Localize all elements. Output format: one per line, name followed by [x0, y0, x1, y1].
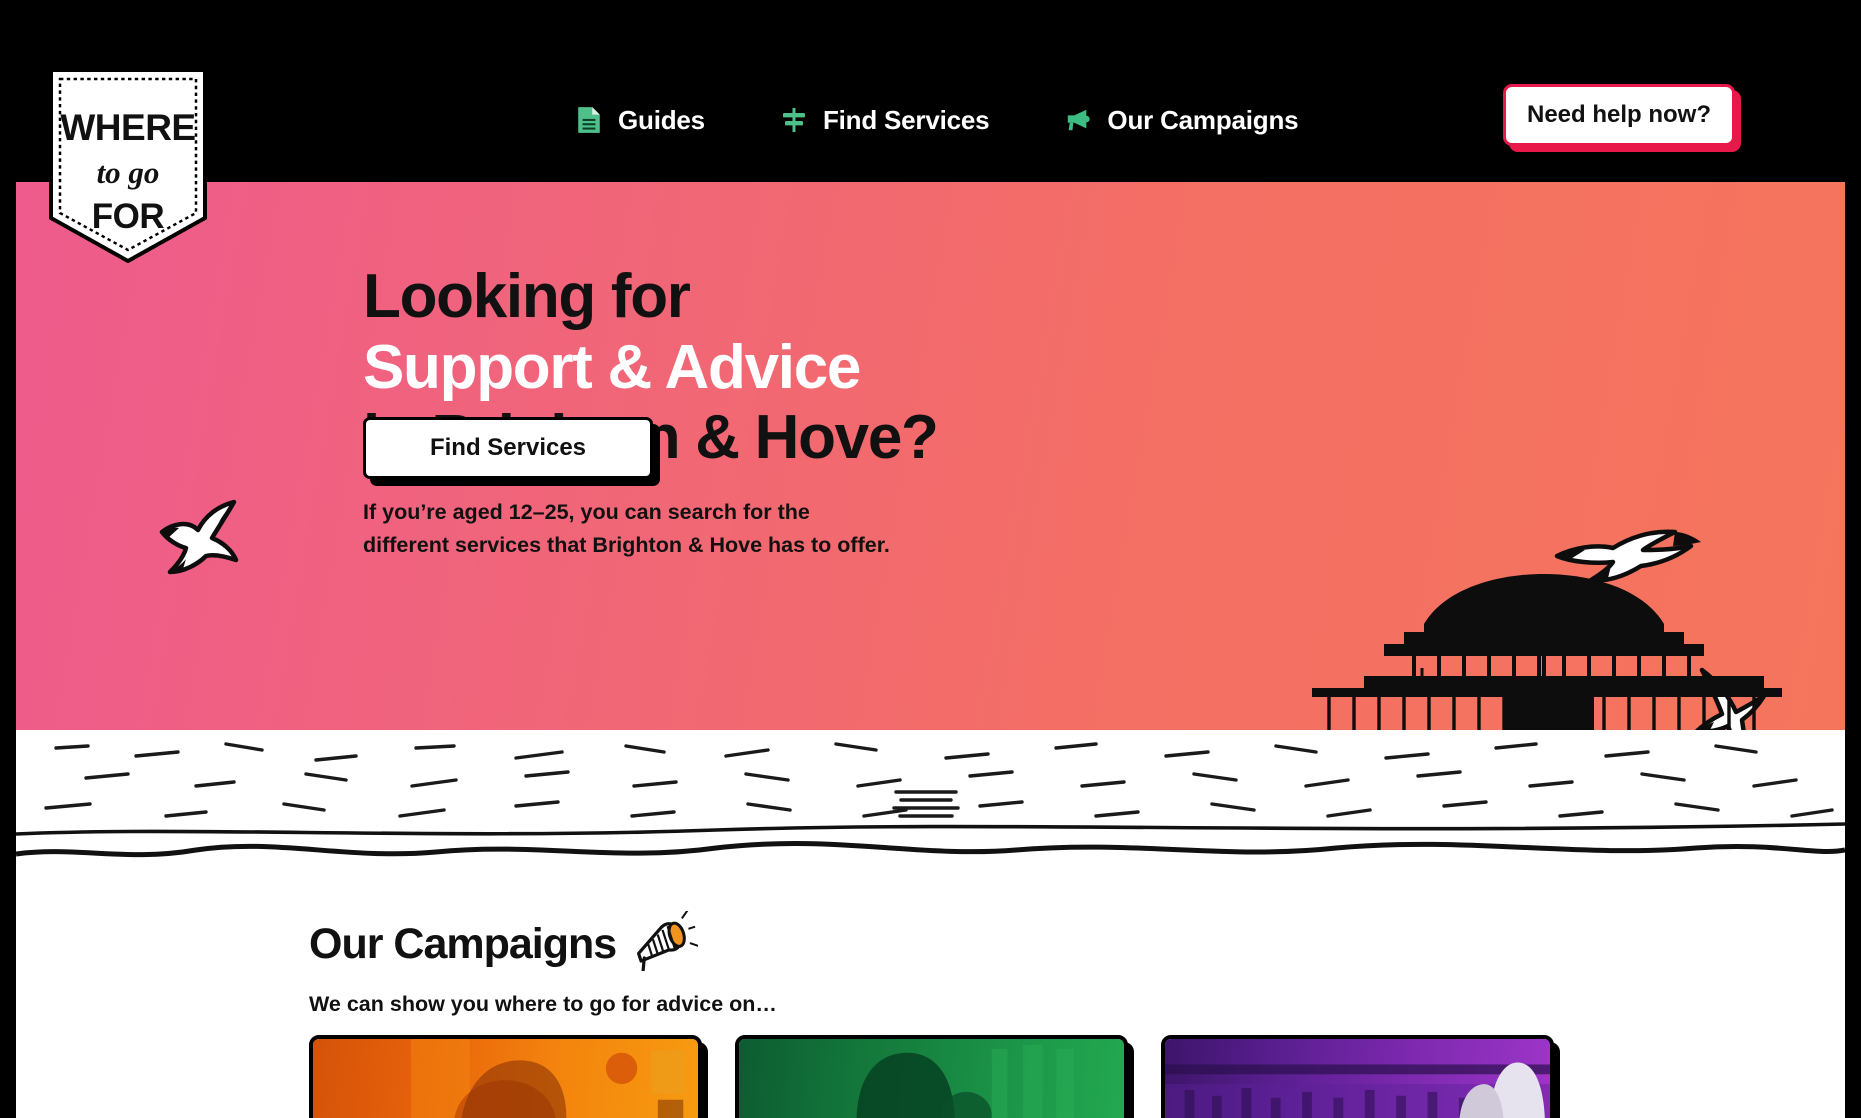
- site-logo[interactable]: WHERE to go FOR: [49, 68, 207, 263]
- site-header: WHERE to go FOR Guides Find Services Our…: [16, 0, 1845, 263]
- logo-line-1: WHERE: [60, 107, 195, 148]
- campaign-card-face: [309, 1035, 702, 1118]
- campaign-card-face: [735, 1035, 1128, 1118]
- hero-heading-line-1: Looking for: [363, 262, 691, 331]
- campaign-card-photo-shapes: [410, 1039, 685, 1118]
- nav-item-our-campaigns-label: Our Campaigns: [1107, 104, 1299, 135]
- nav-item-guides[interactable]: Guides: [576, 105, 705, 136]
- find-services-button[interactable]: Find Services: [363, 417, 660, 486]
- hero-banner: Looking for Support & Advice in Brighton…: [16, 182, 1845, 744]
- need-help-now-button-face: Need help now?: [1503, 84, 1735, 146]
- need-help-now-button[interactable]: Need help now?: [1503, 84, 1741, 152]
- campaigns-subtitle: We can show you where to go for advice o…: [309, 992, 777, 1016]
- find-services-button-face: Find Services: [363, 417, 653, 479]
- sea-illustration: [16, 730, 1845, 880]
- hero-heading-line-2: Support & Advice: [363, 332, 861, 402]
- find-services-button-label: Find Services: [429, 434, 587, 461]
- campaigns-title: Our Campaigns: [309, 919, 617, 968]
- signpost-icon: [782, 108, 805, 132]
- nav-item-our-campaigns[interactable]: Our Campaigns: [1065, 104, 1299, 136]
- campaign-card-orange[interactable]: [309, 1035, 708, 1118]
- nav-item-guides-label: Guides: [618, 104, 705, 135]
- logo-line-3: FOR: [92, 197, 165, 236]
- hero-subtitle-line-2: different services that Brighton & Hove …: [363, 533, 890, 558]
- campaigns-title-row: Our Campaigns: [309, 911, 699, 971]
- seagull-left-icon: [159, 499, 239, 575]
- nav-item-find-services[interactable]: Find Services: [781, 104, 990, 136]
- need-help-now-button-label: Need help now?: [1526, 101, 1711, 128]
- campaign-card-photo-shapes: [856, 1044, 1075, 1118]
- west-pier-illustration: [1312, 574, 1782, 740]
- primary-navigation: Guides Find Services Our Campaigns: [576, 90, 1374, 150]
- hero-subtitle: If you’re aged 12–25, you can search for…: [363, 496, 1263, 563]
- sea-texture-icon: [16, 742, 1845, 858]
- hero-subtitle-line-1: If you’re aged 12–25, you can search for…: [363, 500, 810, 525]
- megaphone-illustration-icon: [637, 911, 699, 971]
- campaign-card-purple[interactable]: [1161, 1035, 1560, 1118]
- campaign-card-list: [309, 1035, 1560, 1118]
- campaign-card-photo-shapes: [1165, 1062, 1550, 1118]
- campaigns-section: Our Campaigns We can show you where to g…: [16, 880, 1845, 1118]
- page-viewport: WHERE to go FOR Guides Find Services Our…: [16, 0, 1845, 1118]
- browser-window: WHERE to go FOR Guides Find Services Our…: [0, 0, 1861, 1118]
- document-icon: [578, 107, 600, 133]
- campaign-card-face: [1161, 1035, 1554, 1118]
- megaphone-icon: [1068, 109, 1091, 131]
- campaign-card-green[interactable]: [735, 1035, 1134, 1118]
- hero-text-block: Looking for Support & Advice in Brighton…: [363, 262, 1263, 563]
- nav-item-find-services-label: Find Services: [822, 104, 990, 135]
- logo-line-2: to go: [97, 155, 160, 190]
